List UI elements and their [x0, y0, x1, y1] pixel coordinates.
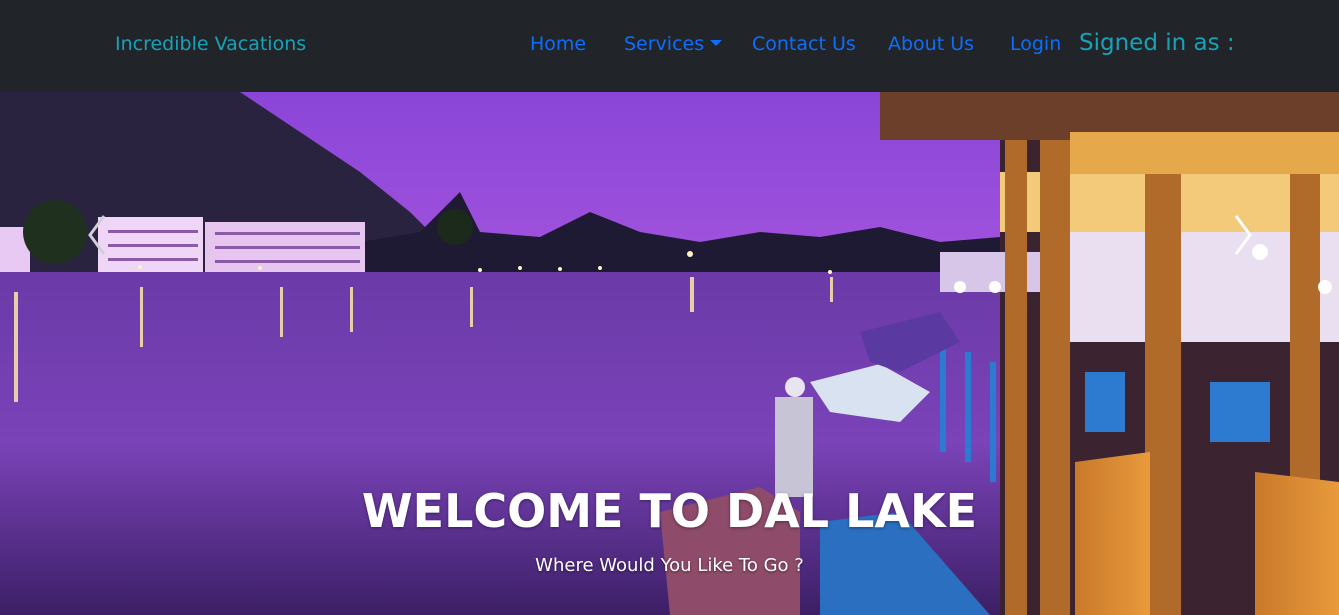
hero-subtitle: Where Would You Like To Go ? — [535, 555, 804, 576]
brand-link[interactable]: Incredible Vacations — [115, 33, 306, 55]
signed-in-label: Signed in as : — [1079, 30, 1235, 56]
navbar: Incredible Vacations Home Services Conta… — [0, 0, 1339, 92]
nav-services-label: Services — [624, 33, 705, 55]
hero-title: WELCOME TO DAL LAKE — [361, 484, 978, 538]
hero-carousel: WELCOME TO DAL LAKE Where Would You Like… — [0, 92, 1339, 615]
carousel-prev-button[interactable] — [82, 210, 112, 260]
caret-down-icon — [710, 40, 723, 46]
chevron-right-icon — [1234, 215, 1252, 255]
nav-contact-link[interactable]: Contact Us — [752, 33, 856, 55]
carousel-next-button[interactable] — [1228, 210, 1258, 260]
chevron-left-icon — [88, 215, 106, 255]
nav-about-link[interactable]: About Us — [888, 33, 974, 55]
nav-home-link[interactable]: Home — [530, 33, 586, 55]
nav-login-link[interactable]: Login — [1010, 33, 1061, 55]
nav-services-dropdown[interactable]: Services — [624, 33, 723, 55]
